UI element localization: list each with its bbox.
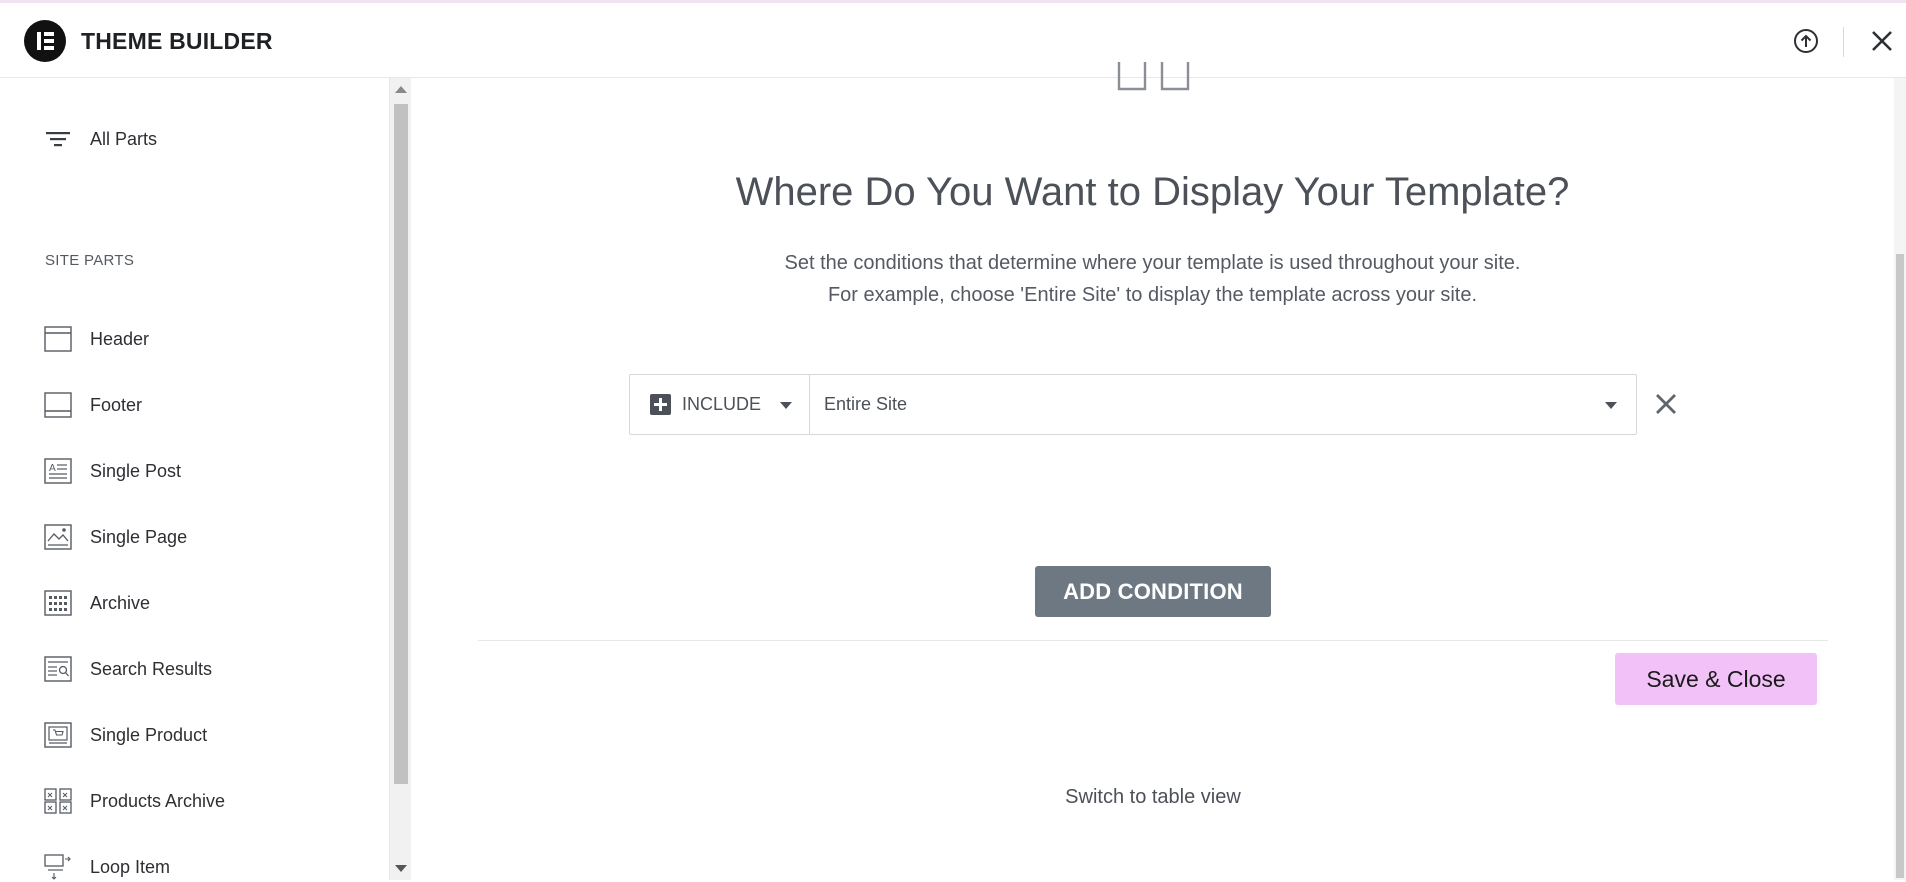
- elementor-logo-icon: [24, 20, 66, 62]
- sidebar-item-single-post[interactable]: A Single Post: [44, 456, 181, 486]
- single-product-icon: [44, 722, 72, 748]
- top-bar: THEME BUILDER: [0, 3, 1906, 78]
- sidebar-item-label: Single Product: [90, 724, 208, 745]
- section-title: SITE PARTS: [45, 252, 135, 269]
- sidebar-item-label: Footer: [90, 394, 143, 415]
- plus-square-icon: [650, 394, 671, 415]
- single-page-icon: [44, 524, 72, 550]
- sidebar-item-single-product[interactable]: Single Product: [44, 720, 207, 750]
- description-line-1: Set the conditions that determine where …: [784, 252, 1521, 274]
- condition-value-label: Entire Site: [824, 394, 908, 414]
- sidebar-item-label: Search Results: [90, 658, 213, 679]
- main-scrollbar[interactable]: [1894, 78, 1906, 880]
- scrollbar-thumb[interactable]: [394, 104, 408, 784]
- header-layout-icon: [44, 326, 72, 352]
- condition-row: INCLUDE Entire Site: [629, 374, 1637, 435]
- sidebar-item-label: Products Archive: [90, 790, 226, 811]
- page-description: Set the conditions that determine where …: [411, 247, 1894, 311]
- svg-text:A: A: [49, 463, 56, 474]
- condition-value-select[interactable]: Entire Site: [810, 375, 1636, 434]
- sidebar-item-products-archive[interactable]: Products Archive: [44, 786, 225, 816]
- page-title: Where Do You Want to Display Your Templa…: [735, 170, 1570, 214]
- sidebar-scrollbar[interactable]: [389, 78, 411, 880]
- products-archive-icon: [44, 788, 72, 814]
- search-results-icon: [44, 656, 72, 682]
- sidebar-item-search-results[interactable]: Search Results: [44, 654, 212, 684]
- scrollbar-thumb[interactable]: [1896, 254, 1904, 878]
- divider: [478, 640, 1828, 641]
- save-close-button[interactable]: Save & Close: [1615, 653, 1817, 705]
- switch-table-view-link[interactable]: Switch to table view: [1035, 786, 1271, 809]
- description-line-2: For example, choose 'Entire Site' to dis…: [827, 284, 1478, 306]
- archive-grid-icon: [44, 590, 72, 616]
- loop-item-icon: [44, 854, 72, 880]
- sidebar-item-all-parts[interactable]: All Parts: [44, 124, 157, 154]
- sidebar-item-loop-item[interactable]: Loop Item: [44, 852, 170, 882]
- sidebar-item-label: Single Page: [90, 526, 188, 547]
- app-title: THEME BUILDER: [81, 28, 273, 54]
- sidebar-item-header[interactable]: Header: [44, 324, 149, 354]
- sidebar: All Parts SITE PARTS Header Footer A Sin…: [0, 78, 389, 880]
- sidebar-item-single-page[interactable]: Single Page: [44, 522, 187, 552]
- add-condition-button[interactable]: ADD CONDITION: [1035, 566, 1271, 617]
- sidebar-item-label: Loop Item: [90, 856, 171, 877]
- close-icon[interactable]: [1868, 27, 1896, 55]
- template-illustration-icon: [1117, 62, 1197, 92]
- chevron-down-icon: [1605, 402, 1617, 409]
- chevron-down-icon: [780, 402, 792, 409]
- sidebar-item-label: Single Post: [90, 460, 182, 481]
- scroll-down-arrow-icon[interactable]: [395, 865, 407, 872]
- single-post-icon: A: [44, 458, 72, 484]
- remove-condition-icon[interactable]: [1652, 390, 1680, 418]
- sidebar-item-archive[interactable]: Archive: [44, 588, 150, 618]
- toolbar-separator: [1843, 27, 1844, 57]
- upload-circle-icon[interactable]: [1792, 27, 1820, 55]
- sidebar-item-label: Archive: [90, 592, 151, 613]
- sidebar-item-label: All Parts: [90, 128, 158, 149]
- condition-type-label: INCLUDE: [682, 394, 762, 414]
- sidebar-item-label: Header: [90, 328, 150, 349]
- sidebar-item-footer[interactable]: Footer: [44, 390, 142, 420]
- scroll-up-arrow-icon[interactable]: [395, 86, 407, 93]
- condition-type-select[interactable]: INCLUDE: [630, 375, 810, 434]
- filter-lines-icon: [44, 126, 72, 152]
- footer-layout-icon: [44, 392, 72, 418]
